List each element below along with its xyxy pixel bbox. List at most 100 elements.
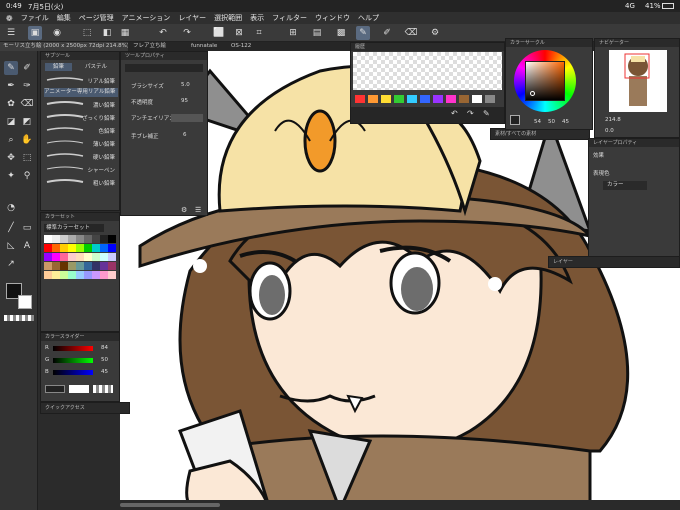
hand-tool-icon[interactable]: ✋ <box>20 133 34 147</box>
angle-value[interactable]: 0.0 <box>605 128 614 134</box>
eraser-mode-icon[interactable]: ⌫ <box>404 26 418 40</box>
text-tool-icon[interactable]: A <box>20 239 34 253</box>
correction-tool-icon[interactable]: ↗ <box>4 257 18 271</box>
color-swatch[interactable] <box>92 235 100 243</box>
color-swatch[interactable] <box>108 253 116 261</box>
subtool-item-dark-pencil[interactable]: 濃い鉛筆 <box>93 101 115 109</box>
color-swatch[interactable] <box>108 271 116 279</box>
subtool-item-rough-pencil[interactable]: ざっくり鉛筆 <box>82 114 115 122</box>
color-swatch[interactable] <box>108 262 116 270</box>
undo-icon[interactable]: ↶ <box>156 26 170 40</box>
crop-icon[interactable]: ⌗ <box>252 26 266 40</box>
color-swatch[interactable] <box>44 262 52 270</box>
color-swatch[interactable] <box>108 235 116 243</box>
color-swatch[interactable] <box>76 244 84 252</box>
color-swatch[interactable] <box>44 235 52 243</box>
color-swatch[interactable] <box>52 253 60 261</box>
app-logo-icon[interactable]: ❁ <box>6 14 13 23</box>
color-swatch[interactable] <box>92 253 100 261</box>
deselect-icon[interactable]: ⬜ <box>212 26 226 40</box>
color-swatch[interactable] <box>76 235 84 243</box>
stabilize-value[interactable]: 6 <box>183 132 187 138</box>
redo-icon[interactable]: ↷ <box>180 26 194 40</box>
color-swatch[interactable] <box>52 262 60 270</box>
recent-color-swatch[interactable] <box>355 95 365 103</box>
sub-color-chip[interactable] <box>69 385 89 393</box>
color-swatch-grid[interactable] <box>44 235 118 315</box>
color-swatch[interactable] <box>92 271 100 279</box>
color-set-select[interactable]: 標準カラーセット <box>44 224 104 232</box>
settings-icon[interactable]: ⚙ <box>428 26 442 40</box>
pen-history-icon[interactable]: ✎ <box>483 109 490 118</box>
color-mode-select[interactable]: カラー <box>603 181 647 190</box>
move-tool-icon[interactable]: ✥ <box>4 151 18 165</box>
menu-file[interactable]: ファイル <box>21 13 49 23</box>
color-swatch[interactable] <box>100 271 108 279</box>
recent-color-swatch[interactable] <box>433 95 443 103</box>
invert-selection-icon[interactable]: ⊠ <box>232 26 246 40</box>
antialias-selector[interactable] <box>171 114 203 122</box>
quick-access-title[interactable]: クイックアクセス <box>41 403 129 413</box>
color-swatch[interactable] <box>60 253 68 261</box>
fill-tool-icon[interactable]: ◪ <box>4 115 18 129</box>
recent-color-swatch[interactable] <box>459 95 469 103</box>
subtool-item-color-pencil[interactable]: 色鉛筆 <box>98 127 115 135</box>
transform-icon[interactable]: ⬚ <box>80 26 94 40</box>
color-swatch[interactable] <box>44 253 52 261</box>
color-swatch[interactable] <box>68 235 76 243</box>
menu-edit[interactable]: 編集 <box>57 13 71 23</box>
subtool-item-coarse-pencil[interactable]: 粗い鉛筆 <box>93 179 115 187</box>
color-swatch[interactable] <box>84 253 92 261</box>
red-value[interactable]: 84 <box>101 345 108 351</box>
tab-funnatale[interactable]: funnatale <box>188 42 226 51</box>
zoom-tool-icon[interactable]: ⌕ <box>4 133 18 147</box>
auto-select-tool-icon[interactable]: ✦ <box>4 169 18 183</box>
color-swatch[interactable] <box>84 262 92 270</box>
tab-pastel[interactable]: パステル <box>85 63 107 71</box>
fill-icon[interactable]: ▦ <box>118 26 132 40</box>
clear-icon[interactable]: ◧ <box>100 26 114 40</box>
blue-value[interactable]: 45 <box>101 369 108 375</box>
material-title[interactable]: 素材/すべての素材 <box>491 129 589 139</box>
subtool-item-real-pencil[interactable]: リアル鉛筆 <box>88 77 115 85</box>
subtool-item-mechanical-pencil[interactable]: シャーペン <box>87 166 115 174</box>
new-file-icon[interactable]: ▣ <box>28 26 42 40</box>
select-tool-icon[interactable]: ⬚ <box>20 151 34 165</box>
recent-colors[interactable] <box>355 95 501 105</box>
color-swatch[interactable] <box>68 253 76 261</box>
color-picker-handle[interactable] <box>530 91 535 96</box>
recent-color-swatch[interactable] <box>472 95 482 103</box>
menu-page[interactable]: ページ管理 <box>79 13 114 23</box>
color-swatch[interactable] <box>100 235 108 243</box>
color-swatch[interactable] <box>92 244 100 252</box>
color-swatch[interactable] <box>60 271 68 279</box>
eyedropper-tool-icon[interactable]: ⚲ <box>20 169 34 183</box>
brush-size-value[interactable]: 5.0 <box>181 82 190 88</box>
recent-color-swatch[interactable] <box>394 95 404 103</box>
color-swatch[interactable] <box>76 262 84 270</box>
green-slider[interactable] <box>53 358 93 363</box>
gradient-tool-icon[interactable]: ◩ <box>20 115 34 129</box>
wrench-icon[interactable]: ⚙ <box>181 206 187 214</box>
zoom-value[interactable]: 214.8 <box>605 117 621 123</box>
ruler-icon[interactable]: ▤ <box>310 26 324 40</box>
decoration-tool-icon[interactable]: ✿ <box>4 97 18 111</box>
grid-icon[interactable]: ▩ <box>334 26 348 40</box>
color-swatch[interactable] <box>100 262 108 270</box>
color-swatch[interactable] <box>76 271 84 279</box>
brush-tool-icon[interactable]: ✐ <box>20 61 34 75</box>
tab-pencil[interactable]: 鉛筆 <box>45 63 73 71</box>
green-value[interactable]: 50 <box>101 357 108 363</box>
main-color-chip[interactable] <box>45 385 65 393</box>
color-swatch[interactable] <box>52 244 60 252</box>
color-swatch[interactable] <box>44 244 52 252</box>
recent-color-swatch[interactable] <box>407 95 417 103</box>
pencil-mode-icon[interactable]: ✐ <box>380 26 394 40</box>
menu-view[interactable]: 表示 <box>250 13 264 23</box>
frame-tool-icon[interactable]: ◺ <box>4 239 18 253</box>
pencil-tool-icon[interactable]: ✎ <box>4 61 18 75</box>
color-swatch[interactable] <box>76 253 84 261</box>
color-swatch[interactable] <box>52 235 60 243</box>
undo-history-icon[interactable]: ↶ <box>451 109 458 118</box>
red-slider[interactable] <box>53 346 93 351</box>
